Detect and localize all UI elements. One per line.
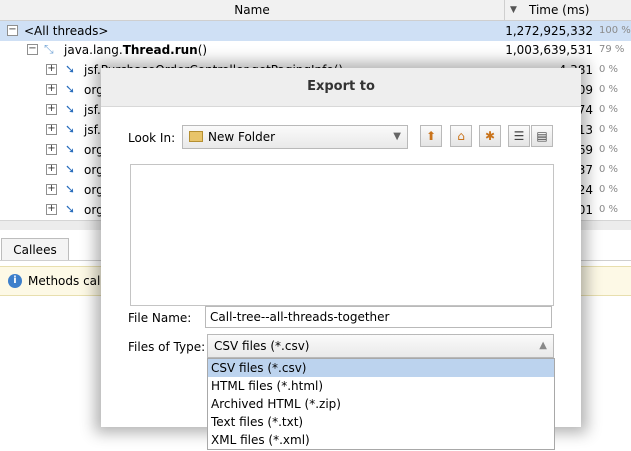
time-percent: 0 %	[599, 164, 619, 175]
files-of-type-label: Files of Type:	[128, 340, 206, 354]
collapse-icon[interactable]: −	[27, 44, 38, 55]
file-name-label: File Name:	[128, 311, 192, 325]
expand-icon[interactable]: +	[46, 64, 57, 75]
file-type-option-csv[interactable]: CSV files (*.csv)	[208, 359, 554, 377]
folder-icon	[189, 131, 203, 142]
details-view-button[interactable]: ▤	[531, 125, 553, 147]
method-call-icon: ➘	[65, 142, 76, 156]
home-button[interactable]: ⌂	[450, 125, 472, 147]
method-name: jsf.	[84, 123, 101, 137]
column-header-name[interactable]: Name	[0, 0, 505, 20]
files-of-type-value: CSV files (*.csv)	[214, 339, 310, 353]
method-call-icon: ➘	[65, 182, 76, 196]
time-percent: 0 %	[599, 124, 619, 135]
look-in-value: New Folder	[208, 130, 276, 144]
chevron-down-icon: ▼	[393, 131, 401, 142]
method-name: jsf.	[84, 103, 101, 117]
time-percent: 100 %	[599, 25, 631, 36]
time-percent: 0 %	[599, 104, 619, 115]
new-folder-icon: ✱	[484, 129, 496, 143]
sort-descending-icon: ▼	[510, 5, 517, 15]
list-view-icon: ☰	[513, 129, 525, 143]
time-value: 1,272,925,332	[505, 24, 593, 38]
file-name-input[interactable]: Call-tree--all-threads-together	[205, 306, 552, 328]
files-of-type-combo[interactable]: CSV files (*.csv) ▲	[207, 334, 554, 358]
time-percent: 0 %	[599, 184, 619, 195]
expand-icon[interactable]: +	[46, 204, 57, 215]
method-call-icon: ➘	[65, 82, 76, 96]
column-header-time-label: Time (ms)	[529, 3, 590, 17]
file-type-option-html[interactable]: HTML files (*.html)	[208, 377, 554, 395]
file-type-option-txt[interactable]: Text files (*.txt)	[208, 413, 554, 431]
time-percent: 79 %	[599, 44, 625, 55]
method-name: <All threads>	[24, 24, 109, 38]
look-in-combo[interactable]: New Folder ▼	[182, 125, 408, 149]
tab-callees-list[interactable]: Callees List	[1, 238, 69, 279]
expand-icon[interactable]: +	[46, 164, 57, 175]
up-folder-icon: ⬆	[425, 129, 437, 143]
method-call-icon: ➘	[65, 102, 76, 116]
method-name: java.lang.Thread.run()	[64, 43, 208, 57]
time-percent: 0 %	[599, 64, 619, 75]
method-call-icon: ➘	[65, 122, 76, 136]
up-folder-button[interactable]: ⬆	[420, 125, 442, 147]
time-percent: 0 %	[599, 144, 619, 155]
details-view-icon: ▤	[536, 129, 548, 143]
expand-icon[interactable]: +	[46, 84, 57, 95]
expand-icon[interactable]: +	[46, 144, 57, 155]
table-header: Name ▼ Time (ms)	[0, 0, 631, 21]
info-text: Methods calle	[28, 274, 112, 288]
collapse-icon[interactable]: −	[7, 25, 18, 36]
file-type-option-xml[interactable]: XML files (*.xml)	[208, 431, 554, 449]
time-percent: 0 %	[599, 204, 619, 215]
expand-icon[interactable]: +	[46, 104, 57, 115]
method-call-icon: ➘	[65, 162, 76, 176]
home-icon: ⌂	[457, 129, 465, 143]
expand-icon[interactable]: +	[46, 124, 57, 135]
list-view-button[interactable]: ☰	[508, 125, 530, 147]
method-call-icon: ➘	[65, 202, 76, 216]
time-value: 1,003,639,531	[505, 43, 593, 57]
thread-icon: ⤡	[44, 42, 54, 56]
file-type-option-zip[interactable]: Archived HTML (*.zip)	[208, 395, 554, 413]
file-list[interactable]	[130, 164, 554, 306]
time-percent: 0 %	[599, 84, 619, 95]
dialog-title: Export to	[101, 68, 581, 107]
file-type-dropdown: CSV files (*.csv) HTML files (*.html) Ar…	[207, 358, 555, 450]
chevron-down-icon: ▲	[539, 340, 547, 351]
column-header-time[interactable]: ▼ Time (ms)	[505, 0, 631, 20]
expand-icon[interactable]: +	[46, 184, 57, 195]
table-row[interactable]: − <All threads> 1,272,925,332 100 %	[0, 21, 631, 41]
new-folder-button[interactable]: ✱	[479, 125, 501, 147]
method-call-icon: ➘	[65, 62, 76, 76]
look-in-label: Look In:	[128, 131, 176, 145]
table-row[interactable]: − ⤡ java.lang.Thread.run() 1,003,639,531…	[0, 40, 631, 60]
info-icon: i	[8, 274, 22, 288]
